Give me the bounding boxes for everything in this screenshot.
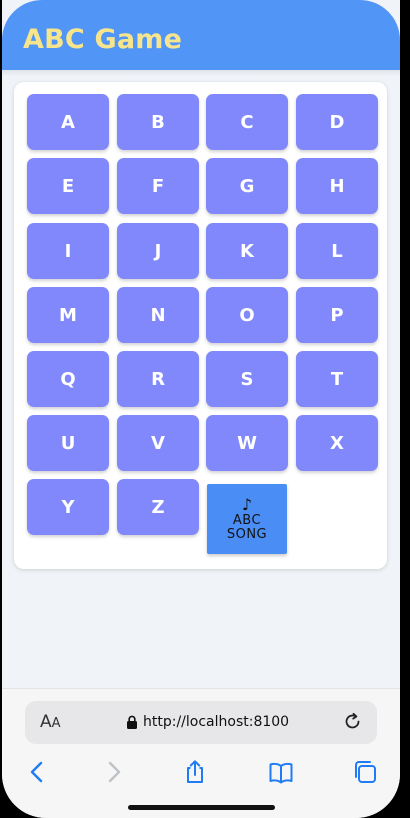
bookmarks-icon[interactable] [268, 759, 294, 785]
home-indicator [128, 805, 275, 810]
phone-frame: ABC Game ABCDEFGHIJKLMNOPQRSTUVWXYZ ♪ AB… [0, 0, 410, 818]
letter-button-n[interactable]: N [117, 287, 199, 343]
letter-button-p[interactable]: P [296, 287, 378, 343]
letter-button-u[interactable]: U [27, 415, 109, 471]
letter-button-b[interactable]: B [117, 94, 199, 150]
letter-button-g[interactable]: G [206, 158, 288, 214]
letter-button-m[interactable]: M [27, 287, 109, 343]
text-size-button[interactable]: AA [40, 712, 61, 732]
letter-button-s[interactable]: S [206, 351, 288, 407]
letter-button-i[interactable]: I [27, 223, 109, 279]
screen: ABC Game ABCDEFGHIJKLMNOPQRSTUVWXYZ ♪ AB… [2, 0, 400, 818]
app-header: ABC Game [2, 0, 400, 70]
reload-icon[interactable] [343, 712, 363, 732]
text-size-small-a: A [51, 716, 61, 731]
letter-button-r[interactable]: R [117, 351, 199, 407]
letter-button-z[interactable]: Z [117, 479, 199, 535]
letter-button-a[interactable]: A [27, 94, 109, 150]
url-text: http://localhost:8100 [143, 714, 290, 730]
letter-button-k[interactable]: K [206, 223, 288, 279]
forward-chevron-icon[interactable] [101, 759, 127, 785]
letter-button-q[interactable]: Q [27, 351, 109, 407]
letter-button-o[interactable]: O [206, 287, 288, 343]
letter-button-v[interactable]: V [117, 415, 199, 471]
header-shadow [2, 70, 400, 76]
tabs-icon[interactable] [352, 759, 378, 785]
letter-button-w[interactable]: W [206, 415, 288, 471]
letter-button-d[interactable]: D [296, 94, 378, 150]
letter-button-e[interactable]: E [27, 158, 109, 214]
abc-song-button[interactable]: ♪ ABC SONG [207, 484, 287, 554]
letter-button-l[interactable]: L [296, 223, 378, 279]
letter-button-t[interactable]: T [296, 351, 378, 407]
letter-button-j[interactable]: J [117, 223, 199, 279]
share-icon[interactable] [182, 759, 208, 785]
address-bar[interactable]: AA http://localhost:8100 [25, 701, 377, 744]
letter-button-x[interactable]: X [296, 415, 378, 471]
song-label-line1: ABC [232, 513, 262, 528]
letter-button-c[interactable]: C [206, 94, 288, 150]
back-chevron-icon[interactable] [24, 759, 50, 785]
letter-button-f[interactable]: F [117, 158, 199, 214]
text-size-large-a: A [40, 712, 52, 732]
music-note-icon: ♪ [241, 495, 253, 514]
browser-toolbar: AA http://localhost:8100 [2, 688, 400, 818]
lock-icon [127, 715, 137, 729]
app-title: ABC Game [23, 24, 183, 55]
letter-button-h[interactable]: H [296, 158, 378, 214]
letters-card: ABCDEFGHIJKLMNOPQRSTUVWXYZ ♪ ABC SONG [14, 82, 387, 569]
letter-button-y[interactable]: Y [27, 479, 109, 535]
song-label-line2: SONG [226, 527, 268, 542]
